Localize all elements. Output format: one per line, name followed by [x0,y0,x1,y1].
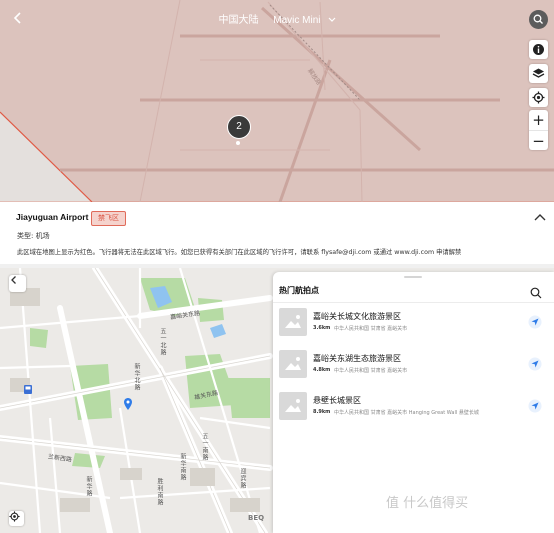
item-name: 嘉峪关东湖生态旅游景区 [313,354,401,363]
type-label: 类型: [17,232,34,240]
road-label: 五一北路 [159,328,166,356]
thumbnail [279,350,307,378]
item-address: 中华人民共和国 甘肃省 嘉峪关市 [334,368,408,374]
layers-icon [532,68,545,78]
item-address: 中华人民共和国 甘肃省 嘉峪关市 Hanging Great Wall 悬壁长城 [334,410,479,416]
zoom-in-button[interactable]: + [529,110,548,130]
navigate-icon [528,357,542,371]
watermark: 值 什么值得买 [386,496,469,511]
type-value: 机场 [35,232,50,240]
layers-button[interactable] [529,64,548,83]
search-button[interactable] [529,10,548,29]
drag-handle[interactable] [404,276,422,278]
zone-badge: 禁飞区 [91,211,126,226]
zone-type: 类型: 机场 [17,231,50,241]
locate-icon [532,91,545,104]
road-label: 新华北路 [133,363,140,391]
navigate-icon [528,315,542,329]
road-label: 胜利南路 [156,478,163,506]
item-address: 中华人民共和国 甘肃省 嘉峪关市 [334,326,408,332]
road-label: 迎宾路 [239,468,246,489]
road-label: 新华路 [85,476,92,497]
road-label: 五一南路 [201,433,208,461]
marker-dot [236,141,240,145]
zone-description: 此区域在地图上显示为红色。飞行器将无法在此区域飞行。如您已获得有关部门在此区域的… [17,249,462,256]
search-icon [533,14,543,24]
list-item[interactable]: 嘉峪关长城文化旅游景区 3.6km 中华人民共和国 甘肃省 嘉峪关市 [273,308,554,348]
airport-name: Jiayuguan Airport [16,212,89,222]
chevron-down-icon [328,17,335,22]
region-label: 中国大陆 [218,15,259,26]
baidu-logo: BEQ [248,514,265,522]
info-icon [533,44,544,55]
locate-button[interactable] [529,88,548,107]
image-placeholder-icon [285,357,301,370]
zoom-controls: + − [529,110,548,150]
item-distance: 8.9km [313,409,331,415]
image-placeholder-icon [285,315,301,328]
list-item[interactable]: 嘉峪关东湖生态旅游景区 4.8km 中华人民共和国 甘肃省 嘉峪关市 [273,350,554,390]
image-placeholder-icon [285,399,301,412]
list-item[interactable]: 悬壁长城景区 8.9km 中华人民共和国 甘肃省 嘉峪关市 Hanging Gr… [273,392,554,432]
map-detail-panel: 解放路 2 中国大陆 Mavic Mini + − Jiayuguan Airp… [0,0,554,264]
thumbnail [279,392,307,420]
bus-icon [24,385,32,394]
item-distance: 3.6km [313,325,331,331]
zone-info-card: Jiayuguan Airport 禁飞区 类型: 机场 此区域在地图上显示为红… [0,202,554,264]
divider [273,302,554,303]
item-name: 嘉峪关长城文化旅游景区 [313,312,401,321]
header-title: 中国大陆 Mavic Mini [0,11,554,26]
item-name: 悬壁长城景区 [313,396,361,405]
drone-label: Mavic Mini [273,15,321,26]
road-label: 新华南路 [179,453,186,481]
collapse-button[interactable] [533,210,547,224]
sheet-title: 热门航拍点 [279,286,319,295]
drone-selector[interactable]: Mavic Mini [269,15,335,26]
hotspot-panel: 嘉峪关东路 五一北路 新华北路 雄关东路 五一南路 新华南路 兰新西路 新华路 … [0,268,554,533]
header-bar: 中国大陆 Mavic Mini [0,0,554,36]
navigate-button[interactable] [528,314,542,329]
navigate-icon [528,399,542,413]
back-button[interactable] [9,275,26,292]
navigate-button[interactable] [528,356,542,371]
sheet-search-button[interactable] [530,284,542,299]
navigate-button[interactable] [528,398,542,413]
thumbnail [279,308,307,336]
item-distance: 4.8km [313,367,331,373]
chevron-left-icon [11,276,16,284]
search-icon [530,287,542,299]
zoom-out-button[interactable]: − [529,130,548,151]
chevron-up-icon [534,214,546,221]
info-button[interactable] [529,40,548,59]
cluster-marker[interactable]: 2 [227,115,251,139]
locate-button[interactable] [9,511,24,526]
locate-icon [9,511,20,522]
location-pin-icon [124,398,132,410]
